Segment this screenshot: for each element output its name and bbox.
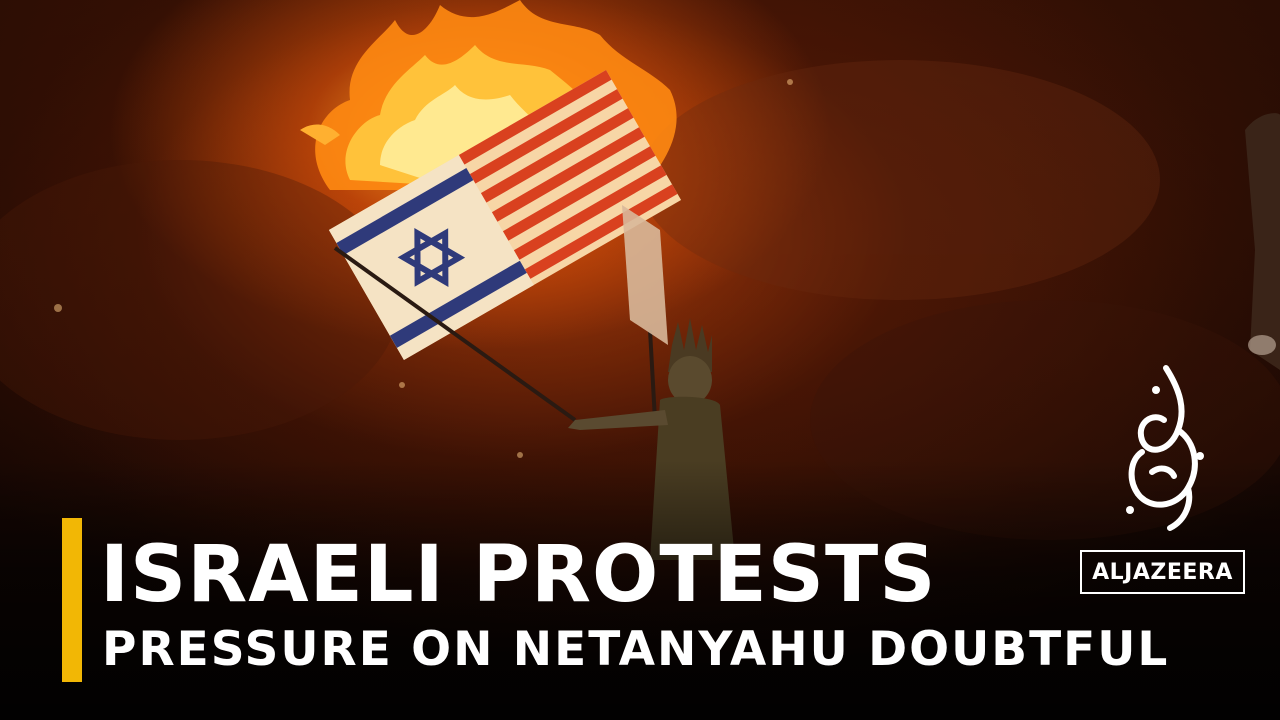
video-frame: ISRAELI PROTESTS PRESSURE ON NETANYAHU D… [0, 0, 1280, 720]
channel-wordmark: ALJAZEERA [1092, 559, 1233, 585]
headline: ISRAELI PROTESTS [100, 530, 937, 620]
arabic-calligraphy-logo-icon [1126, 365, 1204, 531]
protest-sign [622, 205, 668, 421]
channel-logo: ALJAZEERA [1080, 360, 1250, 605]
caption-accent-bar [62, 518, 82, 682]
subheadline: PRESSURE ON NETANYAHU DOUBTFUL [102, 622, 1170, 677]
bystander-silhouette [1245, 113, 1280, 370]
wordmark-box: ALJAZEERA [1080, 550, 1245, 594]
